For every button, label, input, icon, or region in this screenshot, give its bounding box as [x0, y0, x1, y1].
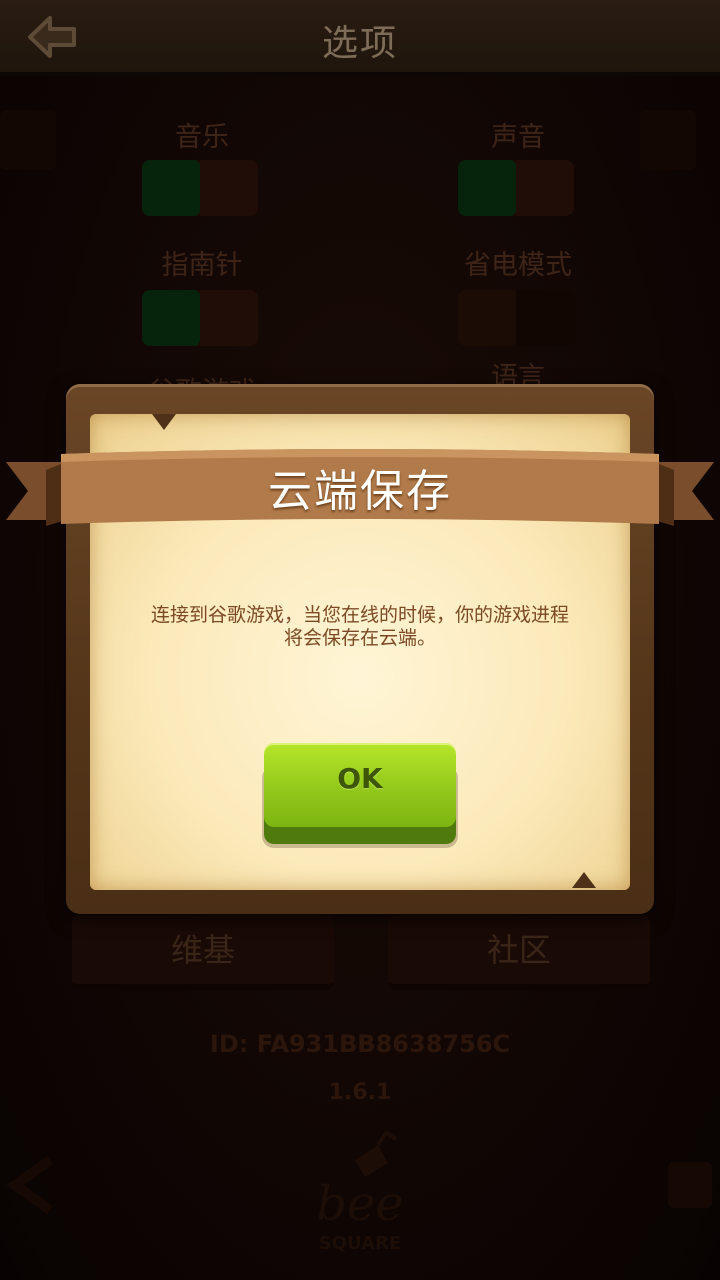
page-title: 选项	[321, 23, 398, 64]
community-button-label: 社区	[486, 931, 551, 969]
wiki-button[interactable]: 维基	[72, 915, 334, 990]
svg-text:bee: bee	[316, 1176, 404, 1232]
svg-text:SQUARE: SQUARE	[319, 1233, 401, 1254]
right-corner-icon	[660, 1150, 720, 1220]
header-bar: 选项	[0, 0, 720, 76]
compass-toggle[interactable]	[142, 290, 258, 346]
paper-notch	[152, 414, 176, 430]
device-id: ID: FA931BB8638756C	[209, 1030, 511, 1058]
paper-notch	[572, 872, 596, 888]
left-corner-icon	[0, 1150, 60, 1220]
dialog-title: 云端保存	[268, 466, 452, 517]
dialog-message-line1: 连接到谷歌游戏，当您在线的时候，你的游戏进程	[150, 604, 569, 626]
ok-button[interactable]: OK	[262, 740, 458, 848]
community-button[interactable]: 社区	[388, 915, 650, 990]
ok-button-label: OK	[337, 762, 383, 795]
sound-label: 声音	[491, 122, 545, 153]
wiki-button-label: 维基	[170, 931, 235, 969]
sound-toggle[interactable]	[458, 160, 574, 216]
power-saving-label: 省电模式	[464, 250, 572, 281]
bee-square-logo: bee SQUARE	[300, 1125, 420, 1255]
compass-label: 指南针	[161, 250, 243, 281]
version-number: 1.6.1	[328, 1080, 392, 1105]
power-saving-toggle[interactable]	[458, 290, 574, 346]
options-screen: 选项 音乐 声音 指南针 省电模式 谷歌游戏 语言 维基 社区 ID: FA93…	[0, 0, 720, 1280]
dialog-message-line2: 将会保存在云端。	[283, 627, 436, 649]
music-toggle[interactable]	[142, 160, 258, 216]
dialog-message: 连接到谷歌游戏，当您在线的时候，你的游戏进程 将会保存在云端。	[110, 604, 610, 650]
music-label: 音乐	[175, 122, 229, 153]
left-side-tab	[0, 110, 56, 170]
right-side-tab	[640, 110, 696, 170]
